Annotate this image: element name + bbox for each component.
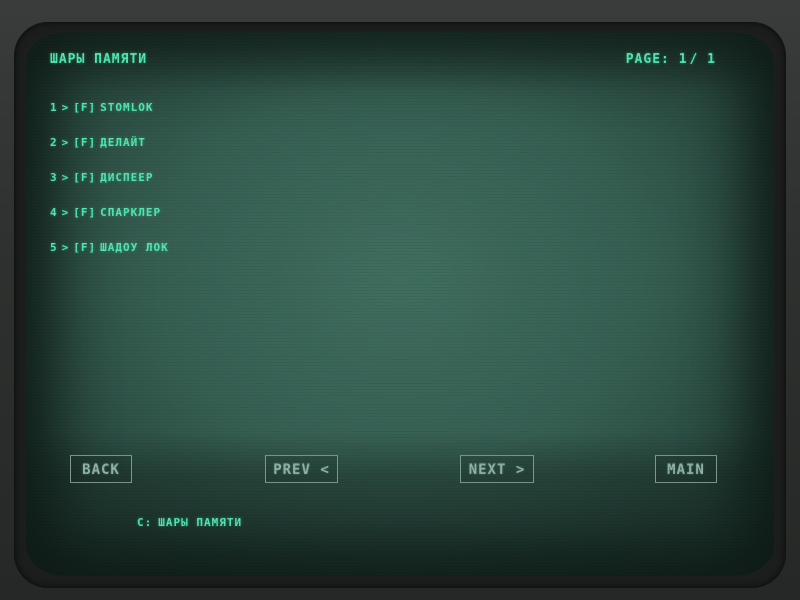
item-name: ШАДОУ ЛОК	[100, 241, 169, 254]
item-number: 2	[50, 136, 58, 149]
next-button[interactable]: NEXT >	[460, 455, 534, 483]
crt-screen: ШАРЫ ПАМЯТИ PAGE: 1/ 1 1 > [F] STOMLOK 2 > [F…	[26, 32, 774, 576]
back-button[interactable]: BACK	[70, 455, 132, 483]
list-item-2[interactable]: 2 > [F] ДЕЛАЙТ	[50, 135, 169, 170]
item-number: 5	[50, 241, 58, 254]
arrow-icon: >	[61, 101, 70, 114]
main-button[interactable]: MAIN	[655, 455, 717, 483]
item-tag: [F]	[73, 101, 97, 114]
list-item-3[interactable]: 3 > [F] ДИСПЕЕР	[50, 170, 169, 205]
arrow-icon: >	[61, 206, 70, 219]
memory-orb-list: 1 > [F] STOMLOK 2 > [F] ДЕЛАЙТ 3 > [F] ДИСПЕЕР 4 >…	[50, 100, 169, 275]
item-tag: [F]	[73, 206, 97, 219]
page-total: 1	[707, 52, 716, 67]
item-tag: [F]	[73, 241, 97, 254]
item-name: СПАРКЛЕР	[100, 206, 162, 219]
page-separator: /	[689, 52, 699, 67]
item-name: ДИСПЕЕР	[100, 171, 154, 184]
list-item-1[interactable]: 1 > [F] STOMLOK	[50, 100, 169, 135]
status-prefix: C:	[137, 516, 153, 529]
arrow-icon: >	[61, 136, 70, 149]
arrow-icon: >	[61, 171, 70, 184]
item-name: STOMLOK	[100, 101, 154, 114]
item-tag: [F]	[73, 171, 97, 184]
item-number: 4	[50, 206, 58, 219]
item-name: ДЕЛАЙТ	[100, 136, 146, 149]
screen-bottom-band	[26, 432, 774, 576]
item-number: 1	[50, 101, 58, 114]
page-title: ШАРЫ ПАМЯТИ	[50, 52, 148, 67]
page-indicator: PAGE: 1/ 1	[626, 52, 716, 67]
item-number: 3	[50, 171, 58, 184]
item-tag: [F]	[73, 136, 97, 149]
page-label: PAGE:	[625, 52, 670, 67]
page-current: 1	[678, 52, 688, 67]
arrow-icon: >	[61, 241, 70, 254]
list-item-5[interactable]: 5 > [F] ШАДОУ ЛОК	[50, 240, 169, 275]
status-path: ШАРЫ ПАМЯТИ	[158, 516, 243, 529]
prev-button[interactable]: PREV <	[265, 455, 338, 483]
list-item-4[interactable]: 4 > [F] СПАРКЛЕР	[50, 205, 169, 240]
status-line: C: ШАРЫ ПАМЯТИ	[137, 516, 242, 529]
